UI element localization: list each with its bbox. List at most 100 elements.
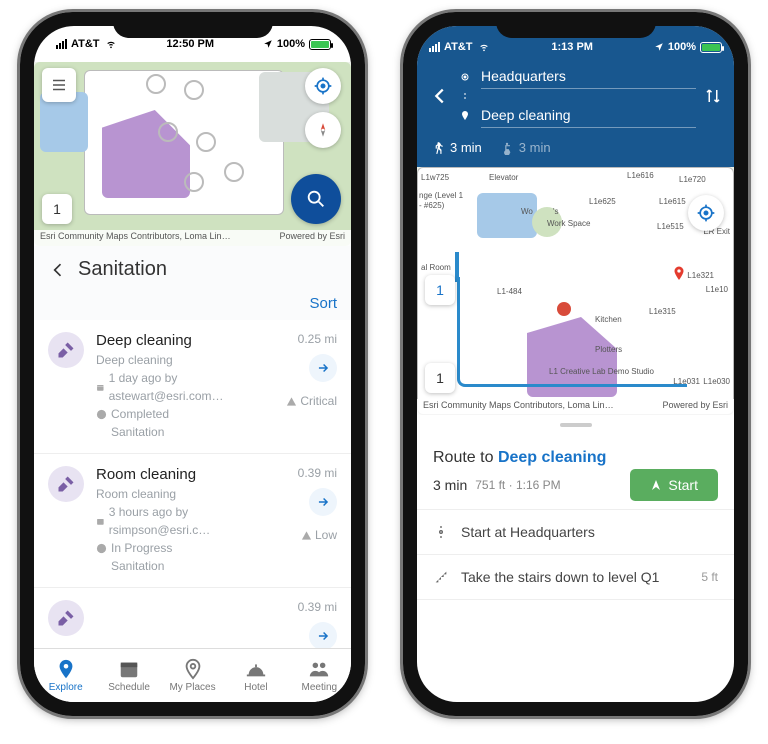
directions-header: AT&T 1:13 PM 100% Headq <box>417 26 734 167</box>
item-distance: 0.39 mi <box>298 600 337 614</box>
bell-icon <box>245 658 267 680</box>
menu-icon <box>50 76 68 94</box>
map-label: L1-484 <box>497 287 522 296</box>
broom-icon <box>48 600 84 636</box>
locate-button[interactable] <box>688 195 724 231</box>
location-arrow-icon <box>654 42 664 52</box>
map-label: L1e616 <box>627 171 654 180</box>
origin-dot-icon <box>459 71 471 83</box>
list-panel: Sanitation Sort Deep cleaning Deep clean… <box>34 246 351 648</box>
search-button[interactable] <box>291 174 341 224</box>
direction-step[interactable]: Start at Headquarters <box>417 510 734 555</box>
swap-icon[interactable] <box>704 87 722 105</box>
start-button[interactable]: Start <box>630 469 718 501</box>
map-view[interactable]: L1w725 Elevator L1e616 L1e720 L1e615 L1e… <box>417 167 734 415</box>
list-item[interactable]: 0.39 mi <box>34 588 351 648</box>
credit-right: Powered by Esri <box>279 231 345 245</box>
broom-icon <box>48 466 84 502</box>
floor-chip[interactable]: 1 <box>42 194 72 224</box>
tab-hotel[interactable]: Hotel <box>224 649 287 702</box>
menu-button[interactable] <box>42 68 76 102</box>
battery-icon <box>700 42 722 53</box>
item-sub: Deep cleaning <box>96 351 255 369</box>
list-item[interactable]: Room cleaning Room cleaning 3 hours ago … <box>34 454 351 588</box>
go-button[interactable] <box>309 354 337 382</box>
mode-walk[interactable]: 3 min <box>431 140 482 155</box>
back-icon[interactable] <box>429 85 451 107</box>
start-label: Start <box>668 477 698 493</box>
wifi-icon <box>104 39 118 49</box>
item-cat: Sanitation <box>111 557 164 575</box>
tab-explore[interactable]: Explore <box>34 649 97 702</box>
map-label: 's <box>553 207 559 216</box>
item-time: 3 hours ago by rsimpson@esri.c… <box>109 503 255 539</box>
from-field[interactable]: Headquarters <box>481 64 696 89</box>
phone-right: AT&T 1:13 PM 100% Headq <box>403 12 748 716</box>
clock: 12:50 PM <box>166 38 214 50</box>
sort-button[interactable]: Sort <box>34 287 351 320</box>
item-title: Deep cleaning <box>96 332 255 349</box>
go-button[interactable] <box>309 622 337 648</box>
walk-icon <box>431 141 445 155</box>
drag-handle[interactable] <box>417 415 734 435</box>
crosshair-icon <box>696 203 716 223</box>
tab-myplaces[interactable]: My Places <box>161 649 224 702</box>
info-icon <box>96 543 107 554</box>
tag-icon <box>96 561 107 572</box>
back-icon[interactable] <box>48 260 68 280</box>
compass-button[interactable] <box>305 112 341 148</box>
carrier-label: AT&T <box>71 38 100 50</box>
map-label: L1e315 <box>649 307 676 316</box>
step-text: Start at Headquarters <box>461 524 595 540</box>
arrow-right-icon <box>316 495 330 509</box>
clock: 1:13 PM <box>551 41 593 53</box>
list-header: Sanitation <box>34 246 351 287</box>
destination-pin-icon <box>670 265 688 283</box>
tab-label: Schedule <box>108 682 150 693</box>
floor-chip[interactable]: 1 <box>425 363 455 393</box>
notch <box>496 12 656 38</box>
item-status: In Progress <box>111 539 172 557</box>
search-icon <box>305 188 327 210</box>
route-prefix: Route to <box>433 449 493 466</box>
go-button[interactable] <box>309 488 337 516</box>
mode-accessible[interactable]: 3 min <box>500 140 551 155</box>
item-distance: 0.25 mi <box>298 332 337 346</box>
calendar-icon <box>96 516 105 527</box>
map-view[interactable]: 1 Esri Community Maps Contributors, Loma… <box>34 62 351 246</box>
map-attribution: Esri Community Maps Contributors, Loma L… <box>34 230 351 246</box>
screen-left: AT&T 12:50 PM 100% <box>34 26 351 702</box>
map-label: - #625) <box>419 201 444 210</box>
info-icon <box>96 409 107 420</box>
tab-meeting[interactable]: Meeting <box>288 649 351 702</box>
route-dest: Deep cleaning <box>498 449 606 466</box>
map-label: L1e030 <box>703 377 730 386</box>
phone-left: AT&T 12:50 PM 100% <box>20 12 365 716</box>
to-field[interactable]: Deep cleaning <box>481 103 696 128</box>
broom-icon <box>48 332 84 368</box>
list-item[interactable]: Deep cleaning Deep cleaning 1 day ago by… <box>34 320 351 454</box>
tab-label: Meeting <box>302 682 338 693</box>
tab-bar: Explore Schedule My Places Hotel Meeting <box>34 648 351 702</box>
credit-left: Esri Community Maps Contributors, Loma L… <box>40 231 231 245</box>
warning-icon <box>286 396 297 407</box>
people-icon <box>308 658 330 680</box>
calendar-icon <box>118 658 140 680</box>
locate-button[interactable] <box>305 68 341 104</box>
tab-schedule[interactable]: Schedule <box>97 649 160 702</box>
map-label: Elevator <box>489 173 518 182</box>
map-label: Plotters <box>595 345 622 354</box>
route-eta: 1:16 PM <box>516 478 561 492</box>
carrier-label: AT&T <box>444 41 473 53</box>
mode-access-time: 3 min <box>519 140 551 155</box>
floor-chip[interactable]: 1 <box>425 275 455 305</box>
screen-right: AT&T 1:13 PM 100% Headq <box>417 26 734 702</box>
battery-pct: 100% <box>277 38 305 50</box>
item-priority: Low <box>315 528 337 542</box>
direction-step[interactable]: Take the stairs down to level Q1 5 ft <box>417 555 734 600</box>
stairs-icon <box>433 569 449 585</box>
calendar-icon <box>96 382 105 393</box>
arrow-right-icon <box>316 629 330 643</box>
crosshair-icon <box>313 76 333 96</box>
route-duration: 3 min <box>433 477 467 493</box>
